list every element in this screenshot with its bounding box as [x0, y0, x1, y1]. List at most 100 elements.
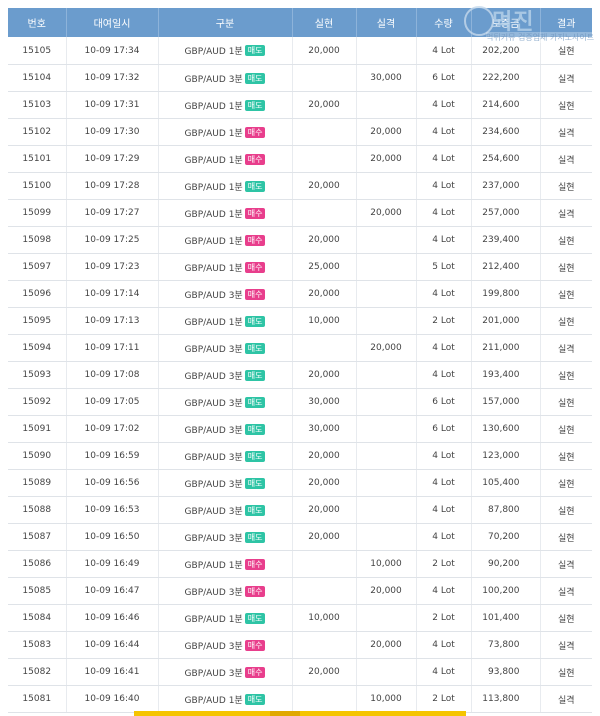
cell-category: GBP/AUD 3분 매수 — [158, 577, 293, 605]
cell-result: 실현 — [540, 388, 592, 416]
cell-result: 실현 — [540, 361, 592, 389]
cell-category: GBP/AUD 3분 매수 — [158, 280, 293, 308]
cell-quantity: 6 Lot — [416, 64, 472, 92]
cell-datetime: 10-09 16:59 — [66, 442, 159, 470]
cell-datetime: 10-09 17:08 — [66, 361, 159, 389]
cell-category: GBP/AUD 3분 매도 — [158, 442, 293, 470]
table-row: 15081 10-09 16:40 GBP/AUD 1분 매도 10,000 2 Lot 1… — [8, 685, 592, 713]
side-badge: 매도 — [244, 504, 266, 516]
cell-quantity: 4 Lot — [416, 469, 472, 497]
cell-datetime: 10-09 16:53 — [66, 496, 159, 524]
cell-loss: 20,000 — [356, 334, 417, 362]
side-badge: 매수 — [244, 288, 266, 300]
cell-quantity: 2 Lot — [416, 685, 472, 713]
cell-loss — [356, 37, 417, 65]
cell-profit: 20,000 — [292, 226, 357, 254]
cell-profit: 10,000 — [292, 307, 357, 335]
cell-quantity: 6 Lot — [416, 415, 472, 443]
pair-label: GBP/AUD 3분 — [184, 506, 243, 517]
table-row: 15104 10-09 17:32 GBP/AUD 3분 매도 30,000 6 Lot 2… — [8, 64, 592, 92]
table-row: 15100 10-09 17:28 GBP/AUD 1분 매도 20,000 4 Lot 2… — [8, 172, 592, 200]
cell-deposit: 257,000 — [471, 199, 541, 227]
cell-loss: 10,000 — [356, 685, 417, 713]
cell-quantity: 4 Lot — [416, 145, 472, 173]
cell-deposit: 130,600 — [471, 415, 541, 443]
cell-category: GBP/AUD 3분 매도 — [158, 469, 293, 497]
header-loss: 실격 — [356, 8, 417, 37]
cell-datetime: 10-09 17:31 — [66, 91, 159, 119]
cell-category: GBP/AUD 1분 매수 — [158, 199, 293, 227]
cell-result: 실현 — [540, 307, 592, 335]
table-row: 15082 10-09 16:41 GBP/AUD 3분 매수 20,000 4 Lot 9… — [8, 658, 592, 686]
table-row: 15089 10-09 16:56 GBP/AUD 3분 매도 20,000 4 Lot 1… — [8, 469, 592, 497]
cell-datetime: 10-09 17:28 — [66, 172, 159, 200]
cell-profit: 20,000 — [292, 361, 357, 389]
pair-label: GBP/AUD 3분 — [184, 398, 243, 409]
side-badge: 매수 — [244, 639, 266, 651]
cell-number: 15104 — [8, 64, 67, 92]
cell-category: GBP/AUD 1분 매도 — [158, 604, 293, 632]
cell-deposit: 123,000 — [471, 442, 541, 470]
pair-label: GBP/AUD 3분 — [184, 290, 243, 301]
cell-loss — [356, 280, 417, 308]
header-result: 결과 — [540, 8, 592, 37]
table-row: 15084 10-09 16:46 GBP/AUD 1분 매도 10,000 2 Lot 1… — [8, 604, 592, 632]
pair-label: GBP/AUD 3분 — [184, 533, 243, 544]
pagination-bar[interactable] — [134, 711, 466, 716]
side-badge: 매수 — [244, 207, 266, 219]
table-row: 15102 10-09 17:30 GBP/AUD 1분 매수 20,000 4 Lot 2… — [8, 118, 592, 146]
cell-loss — [356, 604, 417, 632]
side-badge: 매도 — [244, 477, 266, 489]
cell-result: 실격 — [540, 550, 592, 578]
side-badge: 매수 — [244, 261, 266, 273]
header-deposit: 보증금 — [471, 8, 541, 37]
pair-label: GBP/AUD 1분 — [184, 695, 243, 706]
cell-category: GBP/AUD 3분 매도 — [158, 388, 293, 416]
pagination-active-segment[interactable] — [270, 711, 300, 716]
table-row: 15096 10-09 17:14 GBP/AUD 3분 매수 20,000 4 Lot 1… — [8, 280, 592, 308]
pair-label: GBP/AUD 3분 — [184, 641, 243, 652]
table-row: 15083 10-09 16:44 GBP/AUD 3분 매수 20,000 4 Lot 7… — [8, 631, 592, 659]
cell-category: GBP/AUD 3분 매도 — [158, 64, 293, 92]
cell-result: 실격 — [540, 334, 592, 362]
cell-deposit: 87,800 — [471, 496, 541, 524]
cell-profit: 20,000 — [292, 172, 357, 200]
side-badge: 매도 — [244, 423, 266, 435]
cell-number: 15101 — [8, 145, 67, 173]
side-badge: 매도 — [244, 180, 266, 192]
cell-datetime: 10-09 17:30 — [66, 118, 159, 146]
side-badge: 매수 — [244, 585, 266, 597]
cell-result: 실현 — [540, 172, 592, 200]
cell-profit — [292, 199, 357, 227]
table-body: 15105 10-09 17:34 GBP/AUD 1분 매도 20,000 4 Lot 2… — [8, 37, 592, 713]
table-row: 15085 10-09 16:47 GBP/AUD 3분 매수 20,000 4 Lot 1… — [8, 577, 592, 605]
cell-number: 15088 — [8, 496, 67, 524]
cell-result: 실격 — [540, 631, 592, 659]
cell-loss — [356, 523, 417, 551]
table-row: 15097 10-09 17:23 GBP/AUD 1분 매수 25,000 5 Lot 2… — [8, 253, 592, 281]
cell-quantity: 4 Lot — [416, 577, 472, 605]
cell-loss: 20,000 — [356, 199, 417, 227]
table-row: 15101 10-09 17:29 GBP/AUD 1분 매수 20,000 4 Lot 2… — [8, 145, 592, 173]
cell-result: 실현 — [540, 415, 592, 443]
header-category: 구분 — [158, 8, 293, 37]
cell-profit: 20,000 — [292, 469, 357, 497]
cell-quantity: 4 Lot — [416, 658, 472, 686]
cell-datetime: 10-09 17:29 — [66, 145, 159, 173]
cell-number: 15087 — [8, 523, 67, 551]
cell-loss — [356, 172, 417, 200]
cell-datetime: 10-09 17:23 — [66, 253, 159, 281]
cell-number: 15099 — [8, 199, 67, 227]
pair-label: GBP/AUD 1분 — [184, 560, 243, 571]
cell-deposit: 202,200 — [471, 37, 541, 65]
cell-quantity: 4 Lot — [416, 361, 472, 389]
cell-category: GBP/AUD 1분 매도 — [158, 685, 293, 713]
cell-number: 15102 — [8, 118, 67, 146]
pair-label: GBP/AUD 3분 — [184, 452, 243, 463]
cell-result: 실현 — [540, 37, 592, 65]
cell-profit — [292, 550, 357, 578]
table-row: 15105 10-09 17:34 GBP/AUD 1분 매도 20,000 4 Lot 2… — [8, 37, 592, 65]
table-row: 15093 10-09 17:08 GBP/AUD 3분 매도 20,000 4 Lot 1… — [8, 361, 592, 389]
cell-result: 실격 — [540, 118, 592, 146]
cell-quantity: 2 Lot — [416, 550, 472, 578]
